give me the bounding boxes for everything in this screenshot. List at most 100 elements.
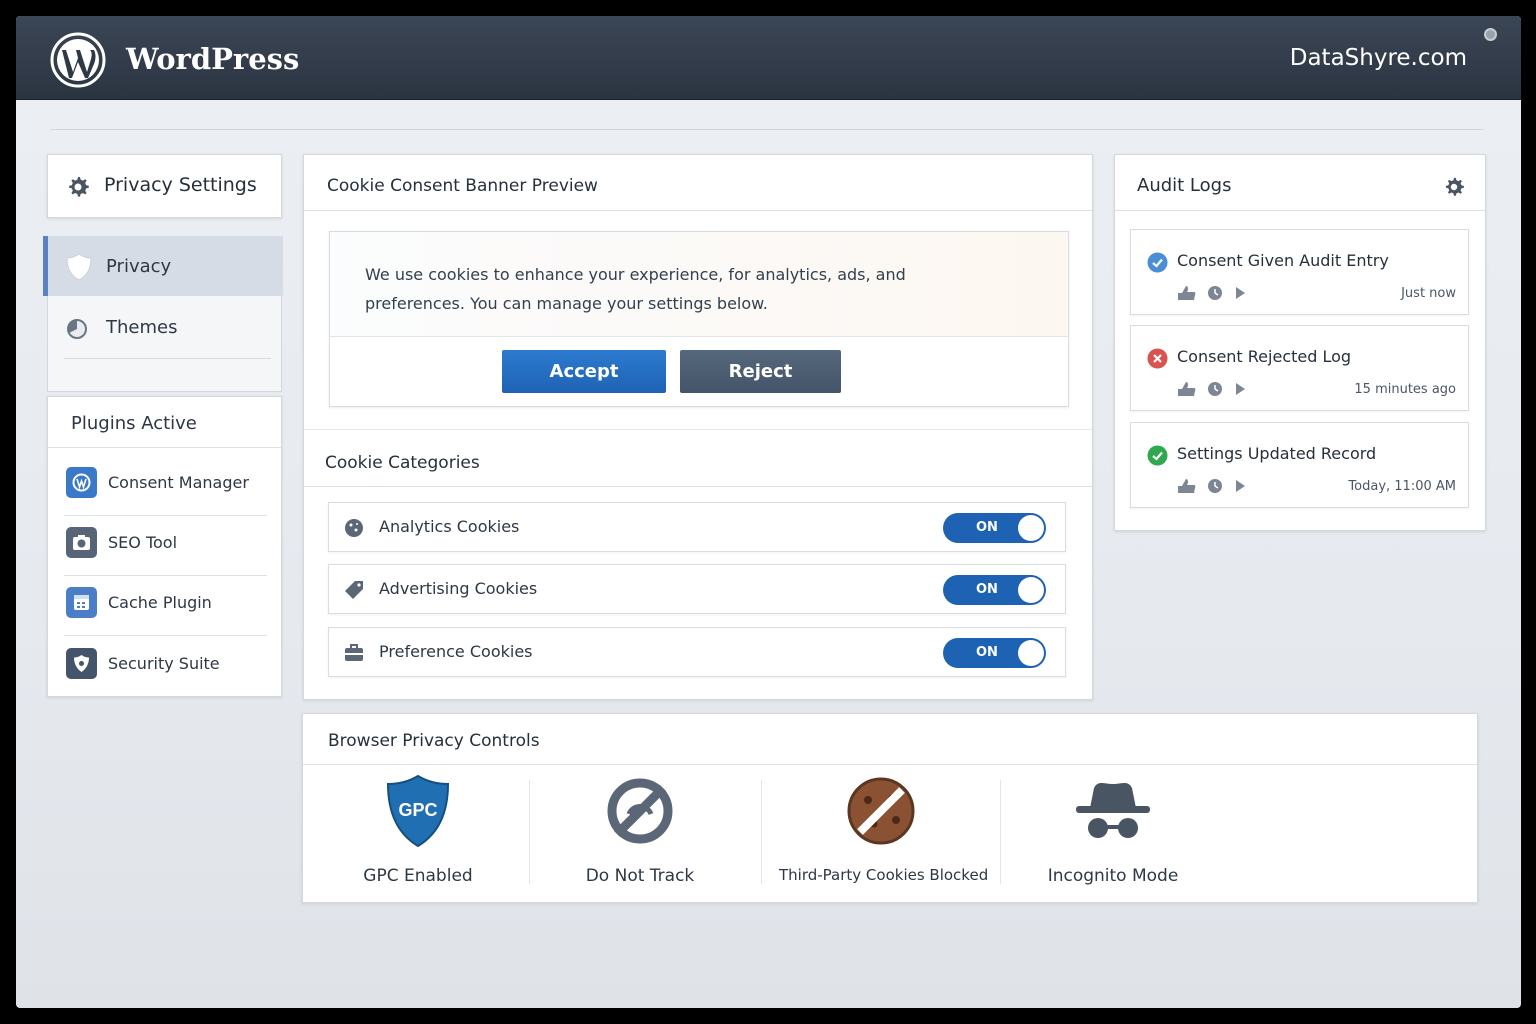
plugins-panel: Plugins Active Consent Manager SEO Tool … (47, 396, 282, 697)
banner-message-area: We use cookies to enhance your experienc… (330, 232, 1068, 337)
toggle-state: ON (976, 582, 998, 597)
app-window: WordPress DataShyre.com Privacy Settings… (16, 16, 1521, 1008)
sidebar-item-label: Themes (106, 317, 178, 338)
control-label: Do Not Track (585, 866, 695, 886)
sidebar-nav: Privacy Themes (43, 236, 283, 392)
entry-actions-icons (1178, 479, 1245, 493)
divider (1000, 780, 1001, 884)
divider (761, 780, 762, 884)
control-do-not-track[interactable]: Do Not Track (565, 774, 715, 886)
categories-title: Cookie Categories (325, 453, 480, 473)
accept-button[interactable]: Accept (502, 350, 666, 393)
toggle-state: ON (976, 645, 998, 660)
success-check-icon (1147, 445, 1168, 466)
info-check-icon (1147, 252, 1168, 273)
entry-actions-icons (1178, 286, 1245, 300)
palette-icon (67, 319, 87, 339)
category-label: Advertising Cookies (379, 579, 538, 598)
gpc-shield-icon: GPC (386, 774, 450, 848)
panel-title: Browser Privacy Controls (328, 731, 540, 751)
advertising-toggle[interactable]: ON (943, 575, 1046, 605)
entry-title: Consent Rejected Log (1177, 347, 1352, 366)
shield-icon (66, 253, 92, 281)
divider (304, 210, 1092, 211)
gpc-badge: GPC (398, 800, 437, 820)
sidebar-item-label: Privacy (106, 256, 172, 277)
entry-actions-icons (1178, 382, 1245, 396)
plugin-consent-manager[interactable]: Consent Manager (66, 461, 266, 505)
sidebar-item-privacy[interactable]: Privacy (43, 236, 283, 296)
shield-icon (66, 648, 97, 679)
browser-privacy-panel: Browser Privacy Controls GPC GPC Enabled… (302, 713, 1478, 903)
brand-name: WordPress (126, 42, 300, 76)
calendar-icon (66, 587, 97, 618)
incognito-icon (1076, 783, 1150, 838)
entry-title: Consent Given Audit Entry (1177, 251, 1389, 270)
plugin-seo-tool[interactable]: SEO Tool (66, 521, 266, 565)
preference-toggle[interactable]: ON (943, 638, 1046, 668)
category-label: Preference Cookies (379, 642, 533, 661)
cookie-category-advertising: Advertising Cookies ON (328, 564, 1066, 614)
control-gpc[interactable]: GPC GPC Enabled (343, 774, 493, 886)
banner-message: We use cookies to enhance your experienc… (365, 265, 906, 313)
divider (1115, 210, 1485, 211)
entry-title: Settings Updated Record (1177, 444, 1377, 463)
plugin-cache-plugin[interactable]: Cache Plugin (66, 581, 266, 625)
control-third-party-cookies[interactable]: Third-Party Cookies Blocked (779, 774, 989, 884)
toggle-state: ON (976, 520, 998, 535)
entry-time: 15 minutes ago (1354, 382, 1456, 397)
panel-title: Cookie Consent Banner Preview (327, 176, 598, 196)
sidebar-header: Privacy Settings (47, 154, 282, 218)
tag-icon (345, 581, 363, 599)
audit-logs-panel: Audit Logs Consent Given Audit Entry Jus… (1114, 154, 1486, 531)
camera-icon (66, 527, 97, 558)
wordpress-logo-icon[interactable] (50, 32, 106, 88)
site-name[interactable]: DataShyre.com (1290, 45, 1467, 71)
cookie-icon (345, 519, 363, 537)
plugins-heading: Plugins Active (71, 413, 197, 434)
gear-icon (69, 177, 89, 197)
sidebar-title: Privacy Settings (104, 174, 257, 196)
toggle-knob (1018, 577, 1044, 603)
cookie-category-preference: Preference Cookies ON (328, 627, 1066, 677)
camera-dot-icon (1484, 28, 1497, 41)
panel-title: Audit Logs (1137, 175, 1232, 196)
cookie-consent-panel: Cookie Consent Banner Preview We use coo… (303, 154, 1093, 700)
plugin-label: SEO Tool (108, 533, 178, 552)
divider (64, 358, 271, 359)
entry-time: Today, 11:00 AM (1348, 479, 1456, 494)
reject-button[interactable]: Reject (680, 350, 841, 393)
plugin-security-suite[interactable]: Security Suite (66, 642, 266, 686)
cookie-banner-preview: We use cookies to enhance your experienc… (329, 231, 1069, 407)
divider (64, 635, 267, 636)
control-label: Third-Party Cookies Blocked (779, 866, 989, 884)
audit-entry[interactable]: Consent Rejected Log 15 minutes ago (1130, 325, 1469, 411)
entry-time: Just now (1401, 286, 1456, 301)
blocked-cookie-icon (847, 777, 915, 845)
error-x-icon (1147, 348, 1168, 369)
control-incognito[interactable]: Incognito Mode (1038, 774, 1188, 886)
divider (304, 429, 1092, 430)
audit-entry[interactable]: Settings Updated Record Today, 11:00 AM (1130, 422, 1469, 508)
divider (50, 129, 1484, 130)
gear-icon[interactable] (1443, 176, 1465, 198)
category-label: Analytics Cookies (379, 517, 520, 536)
sidebar-item-themes[interactable]: Themes (48, 296, 281, 356)
analytics-toggle[interactable]: ON (943, 513, 1046, 543)
divider (529, 780, 530, 884)
wordpress-icon (66, 467, 97, 498)
audit-entry[interactable]: Consent Given Audit Entry Just now (1130, 229, 1469, 315)
divider (304, 486, 1092, 487)
cookie-category-analytics: Analytics Cookies ON (328, 502, 1066, 552)
divider (64, 515, 267, 516)
do-not-track-icon (607, 778, 673, 844)
divider (303, 764, 1477, 765)
toggle-knob (1018, 640, 1044, 666)
plugin-label: Cache Plugin (108, 593, 212, 612)
control-label: Incognito Mode (1047, 866, 1179, 886)
briefcase-icon (345, 644, 363, 661)
divider (48, 447, 281, 448)
plugin-label: Security Suite (108, 654, 220, 673)
divider (64, 575, 267, 576)
plugin-label: Consent Manager (108, 473, 249, 492)
